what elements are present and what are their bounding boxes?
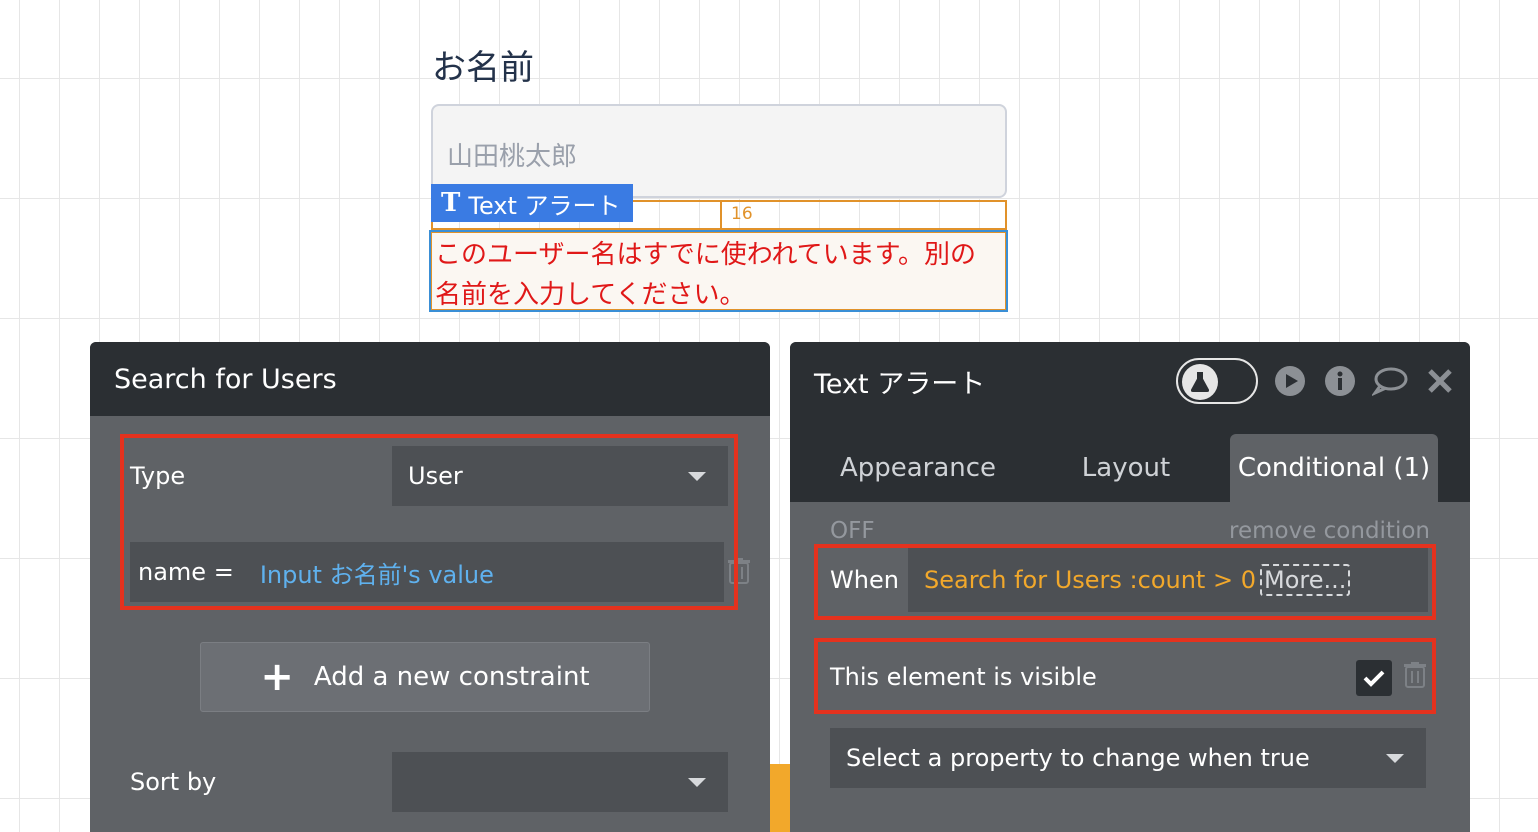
name-input-placeholder: 山田桃太郎 <box>447 142 578 172</box>
property-select-placeholder: Select a property to change when true <box>846 744 1310 772</box>
selected-element-tag[interactable]: T Text アラート <box>431 184 633 222</box>
add-constraint-button[interactable]: + Add a new constraint <box>200 642 650 712</box>
tab-layout[interactable]: Layout <box>1060 434 1192 502</box>
inspector-tabs: Appearance Layout Conditional (1) <box>790 420 1470 502</box>
search-panel: Search for Users Type User name = Input … <box>90 342 770 832</box>
highlight-type-constraint <box>120 434 738 610</box>
sort-by-dropdown[interactable] <box>392 752 728 812</box>
info-icon[interactable] <box>1322 363 1358 399</box>
remove-condition-link[interactable]: remove condition <box>1229 518 1430 544</box>
selected-element-name: Text アラート <box>468 191 621 220</box>
search-panel-title: Search for Users <box>90 342 770 416</box>
tab-conditional[interactable]: Conditional (1) <box>1230 434 1438 502</box>
highlight-when <box>814 544 1436 620</box>
field-label-name: お名前 <box>432 48 534 88</box>
element-inspector-panel: Text アラート Appearance Layout Conditional … <box>790 342 1470 832</box>
close-icon[interactable] <box>1422 363 1458 399</box>
dimension-divider <box>720 202 722 230</box>
add-constraint-label: Add a new constraint <box>313 662 590 692</box>
property-select-dropdown[interactable]: Select a property to change when true <box>830 728 1426 788</box>
comment-icon[interactable] <box>1372 363 1408 399</box>
condition-status[interactable]: OFF <box>830 518 875 544</box>
dimension-value: 16 <box>731 204 753 224</box>
canvas-button-edge <box>770 764 790 832</box>
alert-text-element[interactable]: このユーザー名はすでに使われています。別の名前を入力してください。 <box>429 230 1008 312</box>
tab-appearance[interactable]: Appearance <box>820 434 1016 502</box>
inspector-toolbar <box>1176 358 1458 404</box>
text-element-icon: T <box>441 188 461 218</box>
test-mode-toggle[interactable] <box>1176 358 1258 404</box>
play-icon[interactable] <box>1272 363 1308 399</box>
highlight-visible <box>814 638 1436 714</box>
chevron-down-icon <box>1386 754 1404 763</box>
flask-icon <box>1182 364 1218 400</box>
plus-icon: + <box>260 654 294 700</box>
chevron-down-icon <box>688 778 706 787</box>
sort-by-label: Sort by <box>130 768 217 796</box>
